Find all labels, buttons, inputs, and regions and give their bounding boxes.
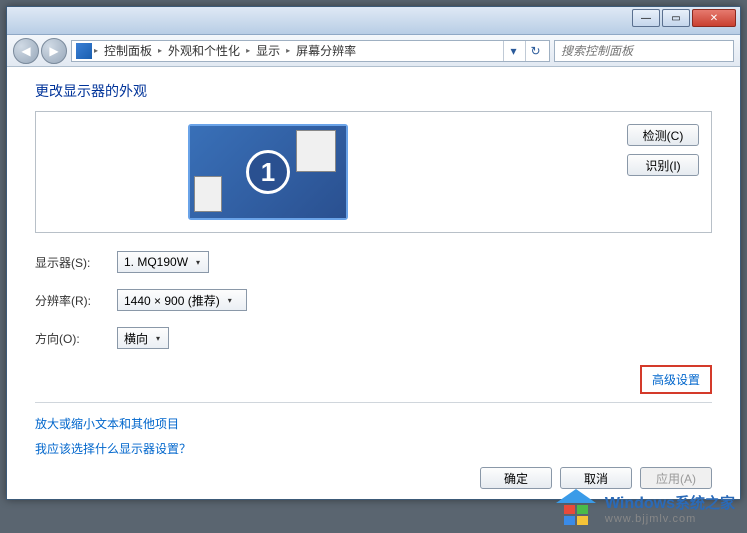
- close-button[interactable]: ✕: [692, 9, 736, 27]
- display-row: 显示器(S): 1. MQ190W ▾: [35, 251, 712, 273]
- resolution-value: 1440 × 900 (推荐): [124, 292, 220, 309]
- mini-window-icon: [194, 176, 222, 212]
- detect-button[interactable]: 检测(C): [627, 124, 699, 146]
- apply-button[interactable]: 应用(A): [640, 467, 712, 489]
- advanced-link-row: 高级设置: [35, 365, 712, 394]
- orientation-label: 方向(O):: [35, 330, 117, 347]
- orientation-value: 横向: [124, 330, 148, 347]
- settings-form: 显示器(S): 1. MQ190W ▾ 分辨率(R): 1440 × 900 (…: [35, 251, 712, 349]
- search-input[interactable]: [561, 44, 727, 58]
- forward-button[interactable]: ▶: [41, 38, 67, 64]
- help-choose-link[interactable]: 我应该选择什么显示器设置？: [35, 440, 712, 457]
- address-end: ▾ ↻: [503, 41, 545, 61]
- orientation-dropdown[interactable]: 横向 ▾: [117, 327, 169, 349]
- titlebar: — ▭ ✕: [7, 7, 740, 35]
- maximize-button[interactable]: ▭: [662, 9, 690, 27]
- resolution-row: 分辨率(R): 1440 × 900 (推荐) ▾: [35, 289, 712, 311]
- advanced-settings-link[interactable]: 高级设置: [640, 365, 712, 394]
- breadcrumb-item[interactable]: 控制面板: [100, 42, 156, 59]
- watermark-text: Windows系统之家 www.bjjmlv.com: [605, 492, 735, 525]
- watermark: Windows系统之家 www.bjjmlv.com: [555, 489, 735, 527]
- divider: [35, 402, 712, 403]
- search-box[interactable]: [554, 40, 734, 62]
- back-button[interactable]: ◀: [13, 38, 39, 64]
- breadcrumb-sep: ▸: [286, 46, 290, 55]
- page-title: 更改显示器的外观: [35, 81, 712, 101]
- minimize-button[interactable]: —: [632, 9, 660, 27]
- refresh-button[interactable]: ↻: [525, 41, 545, 61]
- footer-buttons: 确定 取消 应用(A): [480, 467, 712, 489]
- display-value: 1. MQ190W: [124, 255, 188, 269]
- identify-button[interactable]: 识别(I): [627, 154, 699, 176]
- breadcrumb-sep: ▸: [246, 46, 250, 55]
- watermark-brand: Windows: [605, 495, 675, 512]
- address-bar[interactable]: ▸ 控制面板 ▸ 外观和个性化 ▸ 显示 ▸ 屏幕分辨率 ▾ ↻: [71, 40, 550, 62]
- resolution-dropdown[interactable]: 1440 × 900 (推荐) ▾: [117, 289, 247, 311]
- chevron-down-icon: ▾: [156, 334, 160, 343]
- content-area: 更改显示器的外观 1 检测(C) 识别(I) 显示器(S): 1. MQ190W…: [7, 67, 740, 499]
- breadcrumb-item[interactable]: 外观和个性化: [164, 42, 244, 59]
- zoom-text-link[interactable]: 放大或缩小文本和其他项目: [35, 415, 712, 432]
- orientation-row: 方向(O): 横向 ▾: [35, 327, 712, 349]
- chevron-down-icon: ▾: [196, 258, 200, 267]
- monitor-preview[interactable]: 1: [188, 124, 348, 220]
- navbar: ◀ ▶ ▸ 控制面板 ▸ 外观和个性化 ▸ 显示 ▸ 屏幕分辨率 ▾ ↻: [7, 35, 740, 67]
- nav-buttons: ◀ ▶: [13, 38, 67, 64]
- cancel-button[interactable]: 取消: [560, 467, 632, 489]
- breadcrumb-sep: ▸: [94, 46, 98, 55]
- watermark-brand-cn: 系统之家: [675, 495, 735, 512]
- mini-window-icon: [296, 130, 336, 172]
- watermark-url: www.bjjmlv.com: [605, 513, 735, 525]
- monitor-number: 1: [246, 150, 290, 194]
- display-dropdown[interactable]: 1. MQ190W ▾: [117, 251, 209, 273]
- resolution-label: 分辨率(R):: [35, 292, 117, 309]
- chevron-down-icon: ▾: [228, 296, 232, 305]
- breadcrumb-item[interactable]: 显示: [252, 42, 284, 59]
- help-links: 放大或缩小文本和其他项目 我应该选择什么显示器设置？: [35, 415, 712, 457]
- control-panel-window: — ▭ ✕ ◀ ▶ ▸ 控制面板 ▸ 外观和个性化 ▸ 显示 ▸ 屏幕分辨率 ▾…: [6, 6, 741, 500]
- address-dropdown[interactable]: ▾: [503, 41, 523, 61]
- breadcrumb-item[interactable]: 屏幕分辨率: [292, 42, 360, 59]
- ok-button[interactable]: 确定: [480, 467, 552, 489]
- control-panel-icon: [76, 43, 92, 59]
- monitor-inner: 1: [190, 126, 346, 218]
- preview-side-buttons: 检测(C) 识别(I): [627, 124, 699, 176]
- house-logo-icon: [555, 489, 597, 527]
- display-preview-box: 1 检测(C) 识别(I): [35, 111, 712, 233]
- display-label: 显示器(S):: [35, 254, 117, 271]
- breadcrumb-sep: ▸: [158, 46, 162, 55]
